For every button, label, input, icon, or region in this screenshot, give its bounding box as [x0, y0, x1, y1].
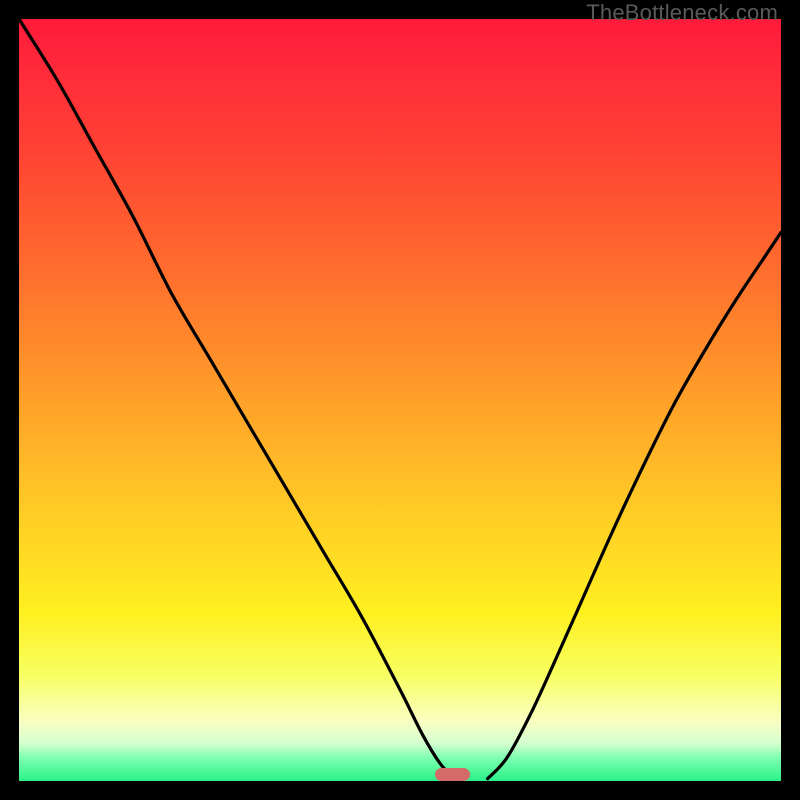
plot-area — [19, 19, 781, 781]
curve-right — [488, 232, 781, 778]
watermark-text: TheBottleneck.com — [586, 0, 778, 26]
chart-frame: TheBottleneck.com — [0, 0, 800, 800]
bottleneck-curve — [19, 19, 781, 781]
curve-left — [19, 19, 457, 779]
bottleneck-marker — [435, 768, 471, 781]
